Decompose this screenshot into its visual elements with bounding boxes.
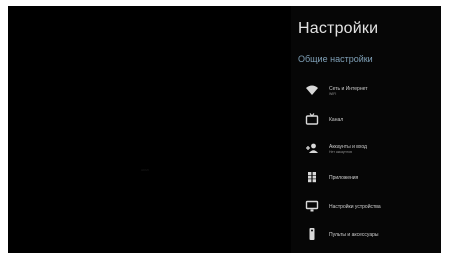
panel-title: Настройки	[298, 20, 379, 37]
tv-screen: HDMI Настройки Общие настройки Сеть и Ин…	[8, 6, 441, 253]
menu-item-device-settings[interactable]: Настройки устройства	[291, 197, 441, 217]
tv-icon	[305, 112, 319, 126]
menu-item-sublabel: WIFI	[329, 91, 337, 96]
display-icon	[305, 199, 319, 213]
menu-item-label: Канал	[329, 117, 344, 123]
menu-item-label: Настройки устройства	[329, 204, 381, 210]
tv-content-area: HDMI	[8, 6, 291, 253]
menu-item-sublabel: Нет аккаунтов	[329, 149, 352, 154]
wifi-icon	[305, 83, 319, 97]
remote-icon	[305, 227, 319, 241]
menu-item-label: Пульты и аксессуары	[329, 232, 379, 238]
menu-item-apps[interactable]: Приложения	[291, 168, 441, 188]
menu-item-channel[interactable]: Канал	[291, 110, 441, 130]
panel-subtitle: Общие настройки	[298, 54, 373, 64]
menu-item-network[interactable]: Сеть и Интернет WIFI	[291, 81, 441, 101]
settings-panel: Настройки Общие настройки Сеть и Интерне…	[291, 6, 441, 253]
menu-item-accounts[interactable]: Аккаунты и вход Нет аккаунтов	[291, 139, 441, 159]
input-source-label: HDMI	[141, 168, 149, 172]
accounts-icon	[305, 141, 319, 155]
apps-icon	[305, 170, 319, 184]
menu-item-remotes[interactable]: Пульты и аксессуары	[291, 225, 441, 245]
menu-item-label: Приложения	[329, 175, 359, 181]
